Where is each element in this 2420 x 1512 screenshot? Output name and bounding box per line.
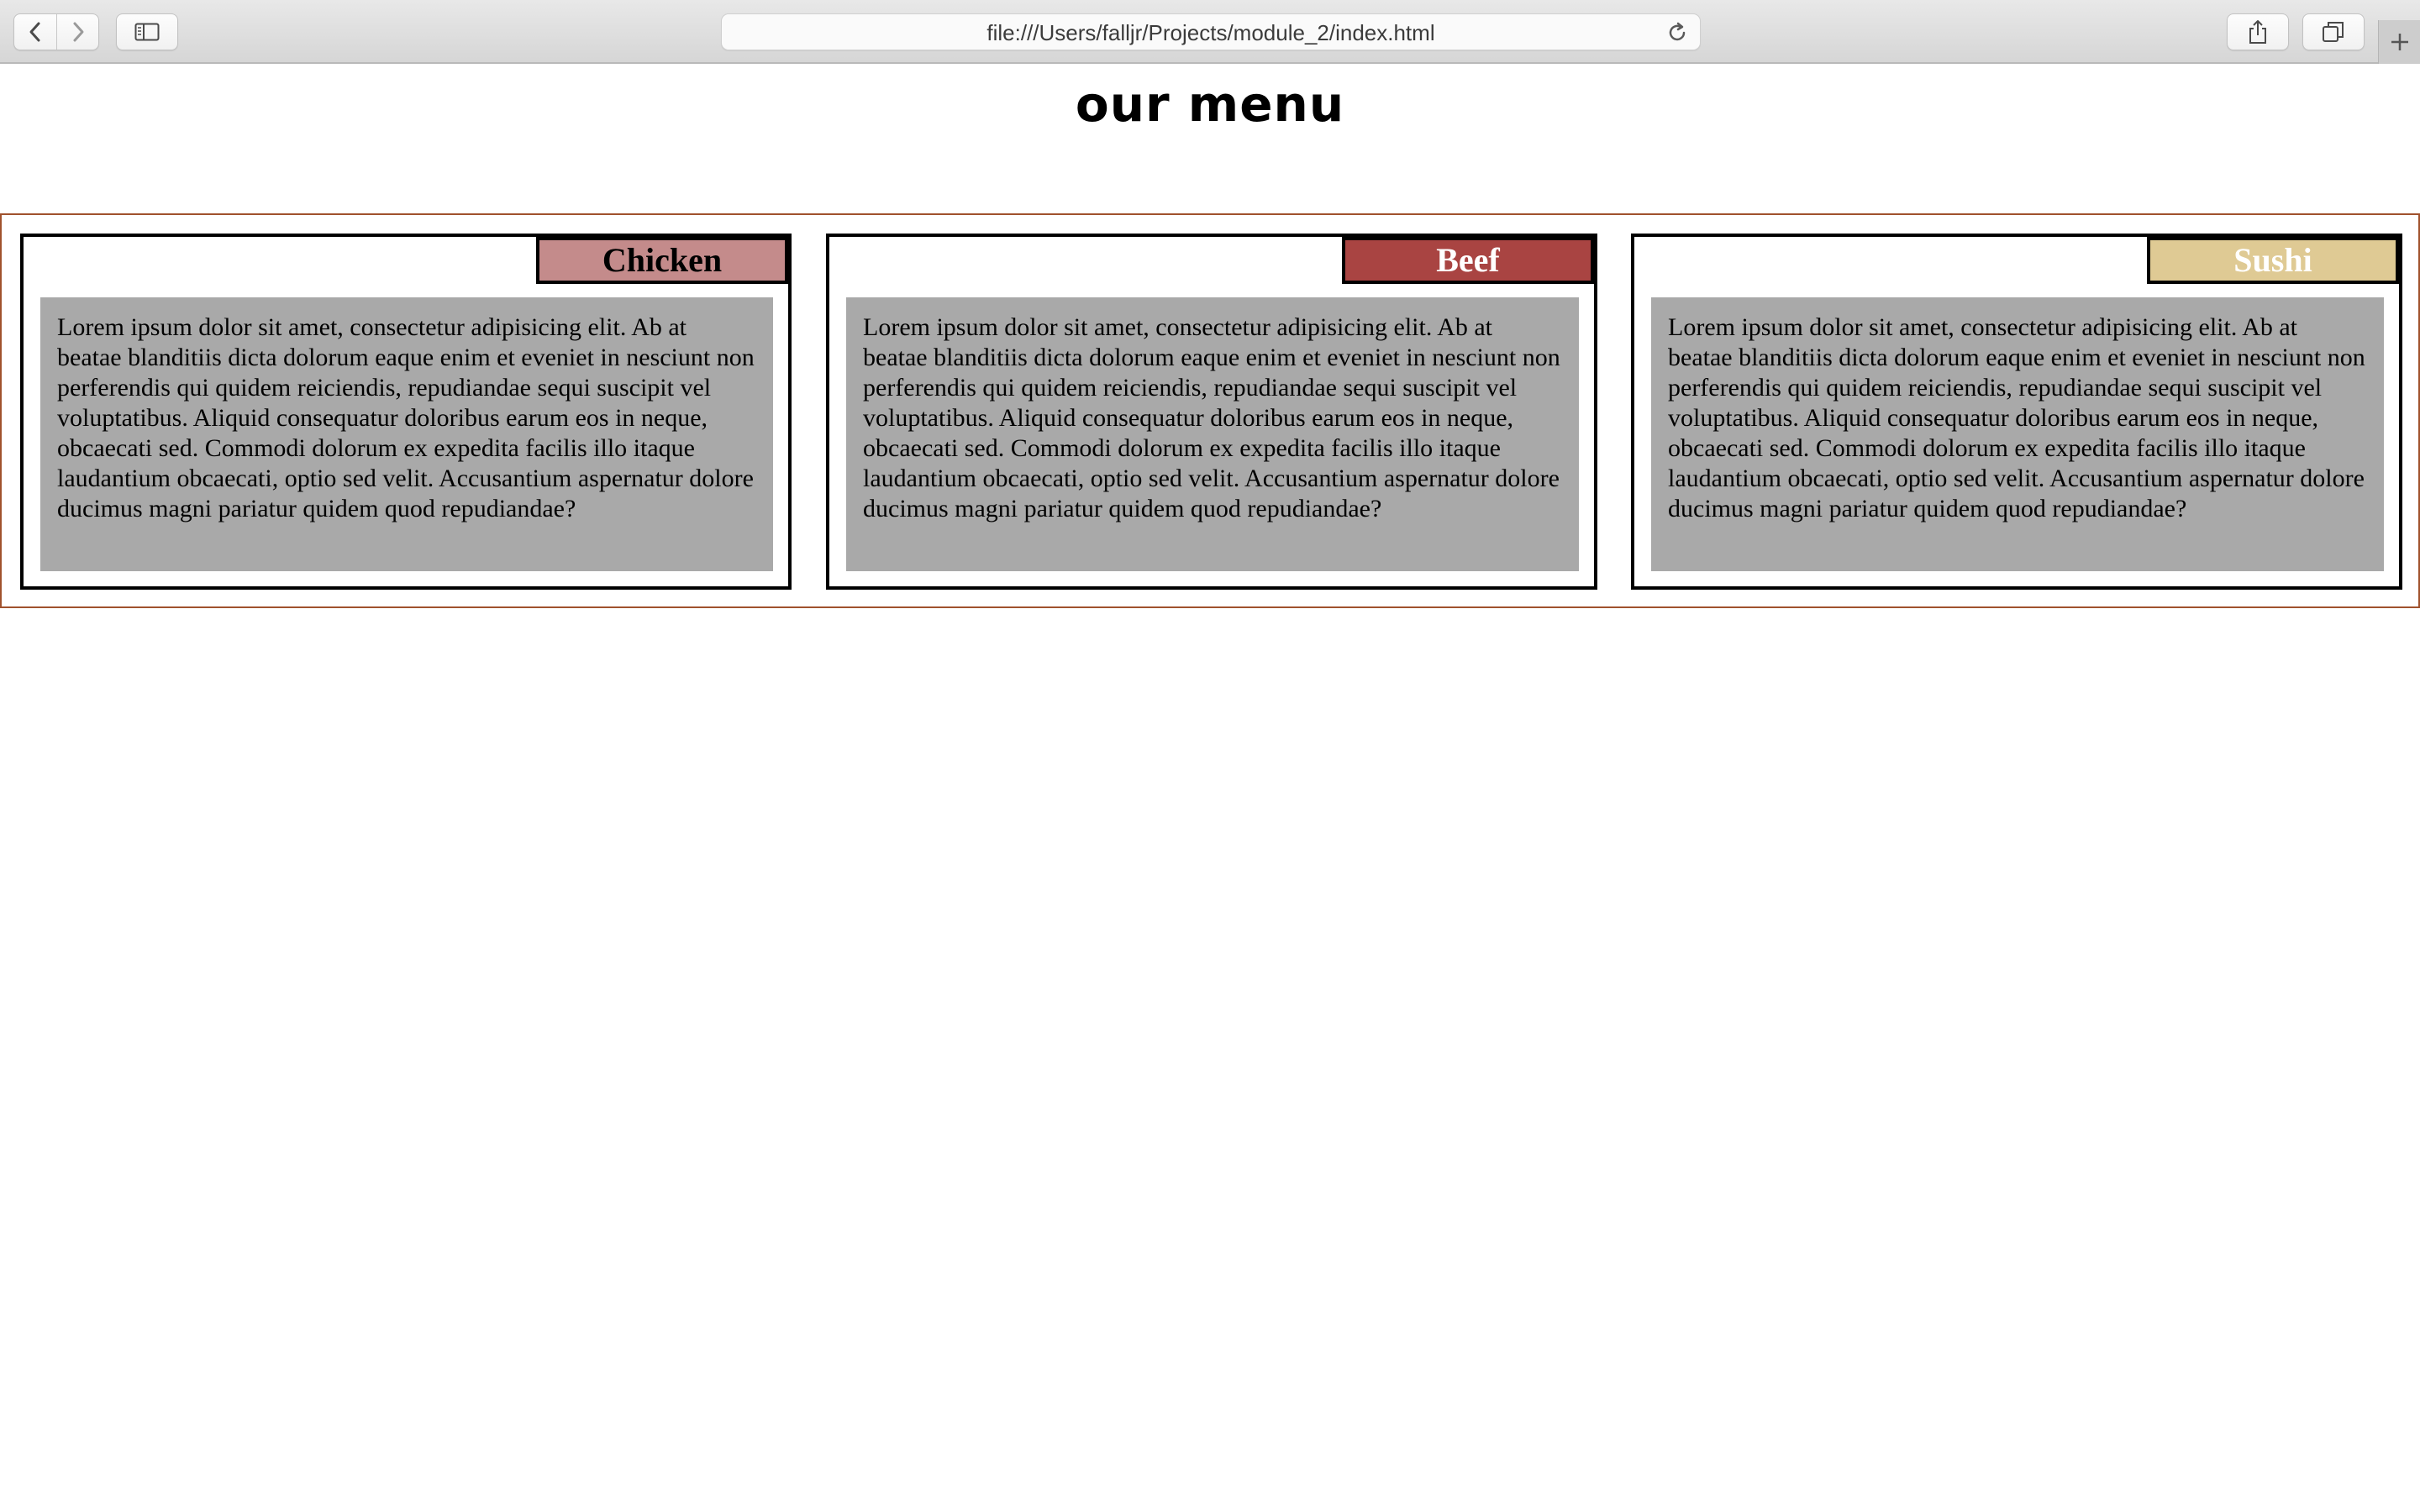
navigation-buttons (13, 13, 99, 50)
menu-label-sushi: Sushi (2147, 237, 2399, 284)
forward-button[interactable] (57, 14, 99, 50)
reload-icon (1669, 22, 1686, 41)
page-title: our menu (1075, 76, 1345, 133)
reload-button[interactable] (1665, 20, 1690, 45)
menu-card-beef: Beef Lorem ipsum dolor sit amet, consect… (826, 234, 1597, 590)
share-icon (2249, 20, 2266, 44)
new-tab-button[interactable] (2378, 20, 2420, 64)
menu-description-sushi: Lorem ipsum dolor sit amet, consectetur … (1651, 297, 2384, 571)
menu-description-chicken: Lorem ipsum dolor sit amet, consectetur … (40, 297, 773, 571)
tabs-icon (2323, 22, 2344, 42)
plus-icon (2391, 34, 2408, 50)
sidebar-button[interactable] (116, 13, 178, 50)
menu-label-chicken: Chicken (536, 237, 788, 284)
sidebar-icon (134, 23, 160, 41)
chevron-right-icon (73, 22, 84, 42)
tab-overview-button[interactable] (2302, 13, 2365, 50)
menu-description-beef: Lorem ipsum dolor sit amet, consectetur … (846, 297, 1579, 571)
browser-toolbar: file:///Users/falljr/Projects/module_2/i… (0, 0, 2420, 64)
share-button[interactable] (2227, 13, 2289, 50)
menu-label-beef: Beef (1342, 237, 1594, 284)
menu-card-chicken: Chicken Lorem ipsum dolor sit amet, cons… (20, 234, 792, 590)
menu-container: Chicken Lorem ipsum dolor sit amet, cons… (0, 213, 2420, 608)
address-bar[interactable]: file:///Users/falljr/Projects/module_2/i… (721, 13, 1701, 50)
back-button[interactable] (14, 14, 56, 50)
menu-card-sushi: Sushi Lorem ipsum dolor sit amet, consec… (1631, 234, 2402, 590)
chevron-left-icon (29, 22, 40, 42)
url-text[interactable]: file:///Users/falljr/Projects/module_2/i… (722, 14, 1649, 51)
